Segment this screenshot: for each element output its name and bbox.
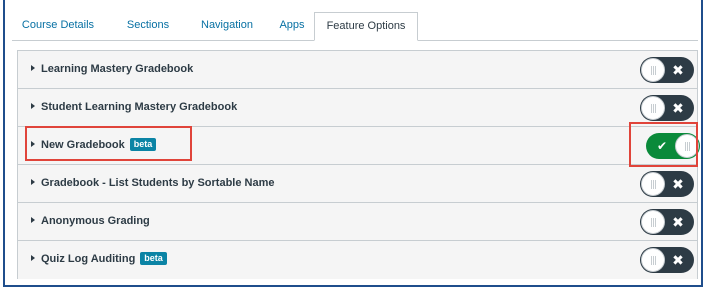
feature-row-anonymous-grading: Anonymous Grading ✖ (18, 203, 697, 241)
feature-row-gradebook-list-students: Gradebook - List Students by Sortable Na… (18, 165, 697, 203)
caret-right-icon (31, 179, 35, 185)
x-icon: ✖ (672, 214, 684, 230)
toggle-knob (675, 134, 699, 158)
caret-right-icon (31, 255, 35, 261)
check-icon: ✔ (656, 139, 668, 153)
feature-expander[interactable]: Learning Mastery Gradebook (31, 51, 193, 88)
feature-expander[interactable]: Anonymous Grading (31, 203, 150, 240)
feature-toggle[interactable]: ✖ (640, 171, 694, 197)
beta-badge: beta (129, 138, 157, 151)
tab-apps[interactable]: Apps (274, 12, 310, 40)
feature-row-student-learning-mastery-gradebook: Student Learning Mastery Gradebook ✖ (18, 89, 697, 127)
feature-name: Gradebook - List Students by Sortable Na… (41, 177, 275, 189)
feature-expander[interactable]: Gradebook - List Students by Sortable Na… (31, 165, 275, 202)
tab-sections[interactable]: Sections (118, 12, 178, 40)
tab-bar: Course Details Sections Navigation Apps … (12, 12, 698, 41)
caret-right-icon (31, 103, 35, 109)
feature-name: Anonymous Grading (41, 215, 150, 227)
caret-right-icon (31, 141, 35, 147)
tab-feature-options[interactable]: Feature Options (314, 12, 418, 41)
feature-expander[interactable]: Quiz Log Auditing beta (31, 241, 167, 278)
feature-toggle[interactable]: ✔ (646, 133, 700, 159)
feature-row-quiz-log-auditing: Quiz Log Auditing beta ✖ (18, 241, 697, 279)
toggle-knob (641, 248, 665, 272)
feature-options-list: Learning Mastery Gradebook ✖ Student Lea… (17, 50, 700, 279)
toggle-knob (641, 172, 665, 196)
x-icon: ✖ (672, 176, 684, 192)
feature-toggle[interactable]: ✖ (640, 57, 694, 83)
feature-name: Learning Mastery Gradebook (41, 63, 194, 75)
caret-right-icon (31, 217, 35, 223)
tab-course-details[interactable]: Course Details (12, 12, 104, 40)
feature-name: Quiz Log Auditing (41, 253, 136, 265)
beta-badge: beta (140, 252, 167, 265)
toggle-knob (641, 58, 665, 82)
x-icon: ✖ (672, 100, 684, 116)
tab-navigation[interactable]: Navigation (192, 12, 262, 40)
caret-right-icon (31, 65, 35, 71)
x-icon: ✖ (672, 62, 684, 78)
x-icon: ✖ (672, 252, 684, 268)
feature-expander[interactable]: Student Learning Mastery Gradebook (31, 89, 237, 126)
feature-toggle[interactable]: ✖ (640, 247, 694, 273)
feature-expander[interactable]: New Gradebook beta (31, 127, 157, 164)
toggle-knob (641, 210, 665, 234)
feature-name: Student Learning Mastery Gradebook (41, 101, 238, 113)
feature-toggle[interactable]: ✖ (640, 95, 694, 121)
feature-name: New Gradebook (41, 139, 125, 151)
toggle-knob (641, 96, 665, 120)
feature-row-new-gradebook: New Gradebook beta ✔ (18, 127, 700, 165)
feature-toggle[interactable]: ✖ (640, 209, 694, 235)
feature-row-learning-mastery-gradebook: Learning Mastery Gradebook ✖ (18, 51, 697, 89)
